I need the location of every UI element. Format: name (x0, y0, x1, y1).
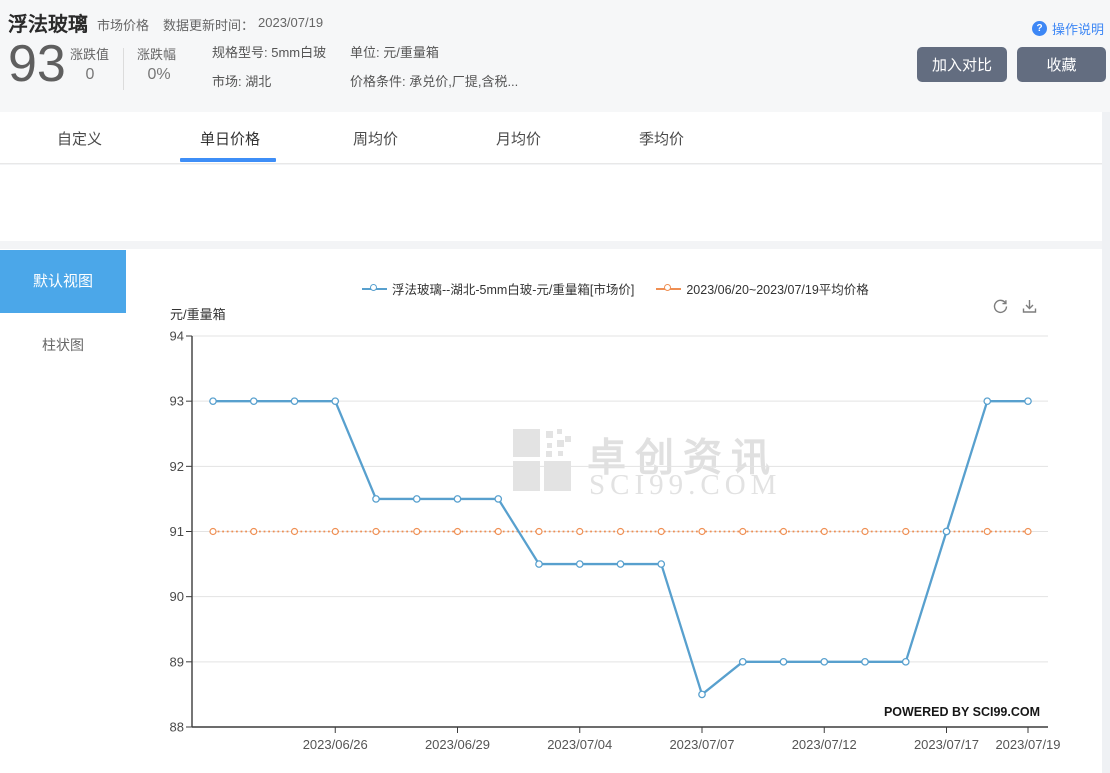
price-line-chart: 94 93 92 91 90 89 88 2023/06/26 2023/06/29 2023/0… (150, 290, 1100, 773)
svg-text:94: 94 (170, 329, 184, 344)
add-compare-button[interactable]: 加入对比 (917, 47, 1007, 82)
change-value-label: 涨跌值 (70, 44, 109, 63)
page-title: 浮法玻璃 (8, 8, 88, 37)
svg-text:2023/07/12: 2023/07/12 (792, 737, 857, 752)
scrollbar-gutter[interactable] (1102, 112, 1110, 773)
svg-text:2023/07/04: 2023/07/04 (547, 737, 612, 752)
tab-weekly-avg[interactable]: 周均价 (353, 128, 398, 149)
update-time-value: 2023/07/19 (258, 15, 323, 30)
price-condition-field: 价格条件: 承兑价,厂提,含税... (350, 71, 518, 90)
svg-text:92: 92 (170, 459, 184, 474)
unit-field: 单位: 元/重量箱 (350, 42, 439, 61)
price-type-tabbar: 自定义 单日价格 周均价 月均价 季均价 (0, 112, 1102, 164)
spec-field: 规格型号: 5mm白玻 (212, 42, 326, 61)
tab-custom[interactable]: 自定义 (57, 128, 102, 149)
favorite-button[interactable]: 收藏 (1017, 47, 1106, 82)
current-price: 93 (8, 36, 66, 92)
svg-text:2023/07/07: 2023/07/07 (669, 737, 734, 752)
market-price-label: 市场价格 (97, 15, 149, 34)
divider (123, 48, 124, 90)
svg-text:2023/07/17: 2023/07/17 (914, 737, 979, 752)
page-header: 浮法玻璃 市场价格 数据更新时间： 2023/07/19 93 涨跌值 0 涨跌… (0, 0, 1110, 112)
svg-text:90: 90 (170, 589, 184, 604)
tab-quarterly-avg[interactable]: 季均价 (639, 128, 684, 149)
help-link-label: 操作说明 (1052, 19, 1104, 38)
svg-text:88: 88 (170, 720, 184, 735)
tab-monthly-avg[interactable]: 月均价 (496, 128, 541, 149)
svg-text:93: 93 (170, 394, 184, 409)
update-time-label: 数据更新时间： (163, 15, 254, 34)
tab-daily-price[interactable]: 单日价格 (200, 128, 260, 149)
time-filter-panel: 时间周期 1个月 3个月 1年 2023/06/20 至 2023/07/20 … (0, 165, 1102, 241)
change-value: 0 (68, 66, 112, 84)
help-link[interactable]: ? 操作说明 (1032, 19, 1104, 37)
svg-text:2023/06/29: 2023/06/29 (425, 737, 490, 752)
sidebar-item-default-view[interactable]: 默认视图 (0, 250, 126, 313)
question-icon: ? (1032, 21, 1047, 36)
change-pct-label: 涨跌幅 (137, 44, 176, 63)
change-pct-value: 0% (134, 66, 184, 84)
sidebar-item-bar-chart[interactable]: 柱状图 (0, 335, 126, 355)
svg-text:2023/06/26: 2023/06/26 (303, 737, 368, 752)
active-tab-underline (180, 158, 276, 162)
svg-text:91: 91 (170, 524, 184, 539)
svg-text:2023/07/19: 2023/07/19 (995, 737, 1060, 752)
svg-text:89: 89 (170, 654, 184, 669)
market-field: 市场: 湖北 (212, 71, 271, 90)
